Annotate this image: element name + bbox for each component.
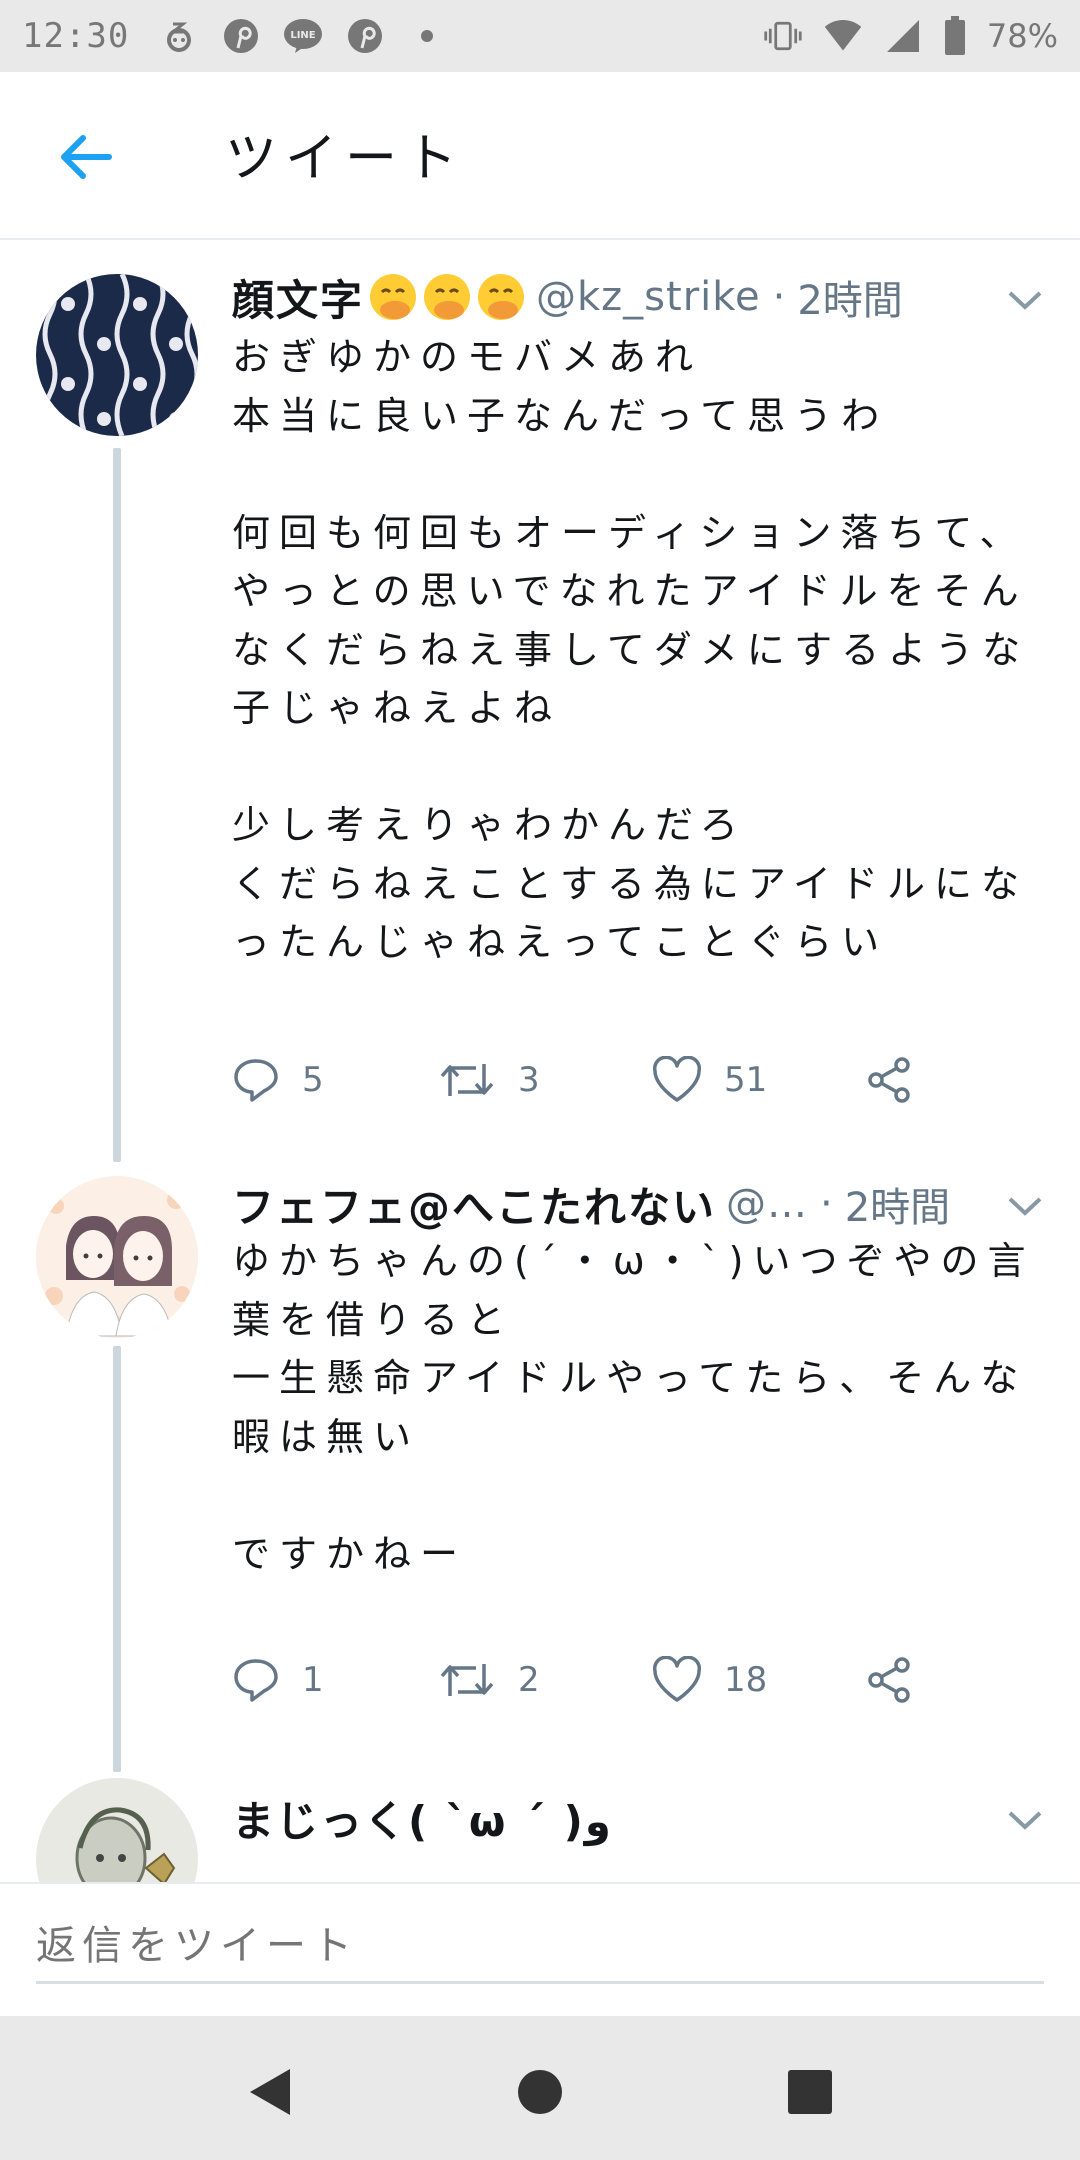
home-circle-icon	[518, 2070, 562, 2114]
reply-input[interactable]	[36, 1924, 1044, 1984]
status-time: 12:30	[22, 16, 130, 56]
tweet-3[interactable]: まじっく( ˋ̀ω ˊ́ )و	[0, 1772, 1080, 1882]
tweet-menu-button[interactable]	[1000, 280, 1050, 320]
back-triangle-icon	[250, 2069, 290, 2115]
reply-button[interactable]: 1	[232, 1650, 324, 1710]
line-icon: LINE	[283, 16, 323, 56]
timestamp[interactable]: 2時間	[797, 268, 902, 326]
retweet-count: 3	[518, 1060, 540, 1100]
reply-icon	[234, 1659, 278, 1702]
reply-button[interactable]: 5	[232, 1050, 324, 1110]
chevron-down-icon	[1008, 1811, 1042, 1830]
vibrate-icon	[763, 16, 803, 56]
chevron-down-icon	[1008, 1197, 1042, 1216]
tweet-actions: 1 2 18	[232, 1650, 1032, 1710]
retweet-button[interactable]: 3	[440, 1050, 540, 1110]
tweet-header: フェフェ@へこたれない @… · 2時間	[232, 1174, 1056, 1234]
svg-text:LINE: LINE	[291, 30, 316, 41]
avatar[interactable]	[36, 1176, 198, 1338]
face-with-hand-over-mouth-icon	[370, 274, 417, 320]
reply-count: 5	[302, 1060, 324, 1100]
share-icon	[868, 1657, 910, 1703]
page-title: ツイート	[225, 129, 466, 189]
tweet-menu-button[interactable]	[1000, 1186, 1050, 1226]
signal-icon	[883, 16, 923, 56]
dot-icon	[407, 16, 447, 56]
retweet-icon	[440, 1664, 494, 1696]
recents-square-icon	[788, 2070, 832, 2114]
retweet-button[interactable]: 2	[440, 1650, 540, 1710]
avatar[interactable]	[36, 274, 198, 436]
tweet-actions: 5 3 51	[232, 1050, 1032, 1110]
arrow-left-icon	[61, 135, 112, 179]
reply-count: 1	[302, 1660, 324, 1700]
display-name[interactable]: 顔文字	[232, 267, 364, 327]
handle[interactable]: @…	[726, 1181, 808, 1227]
back-button[interactable]	[50, 122, 120, 192]
face-with-hand-over-mouth-icon	[424, 274, 471, 320]
retweet-icon	[440, 1064, 494, 1096]
battery-percent: 78%	[986, 17, 1058, 55]
heart-icon	[652, 1056, 702, 1102]
sleep-icon	[159, 16, 199, 56]
thread-line	[113, 1346, 121, 1772]
name-emoji	[368, 272, 526, 322]
status-bar: 12:30 LINE 78%	[0, 0, 1080, 72]
retweet-count: 2	[518, 1660, 540, 1700]
handle[interactable]: @kz_strike	[536, 274, 761, 320]
reply-icon	[234, 1059, 278, 1102]
nav-recents-button[interactable]	[780, 2062, 840, 2122]
reply-bar	[0, 1882, 1080, 2016]
battery-icon	[943, 16, 967, 56]
like-button[interactable]: 18	[652, 1650, 767, 1710]
system-nav-bar	[0, 2016, 1080, 2160]
tweet-header: 顔文字 @kz_strike · 2時間	[232, 267, 1056, 327]
face-with-hand-over-mouth-icon	[478, 274, 525, 320]
tweet-menu-button[interactable]	[1000, 1800, 1050, 1840]
display-name[interactable]: まじっく( ˋ̀ω ˊ́ )و	[232, 1788, 611, 1848]
thread-line	[113, 448, 121, 1162]
pinterest-icon	[221, 16, 261, 56]
meta-separator: ·	[772, 274, 786, 320]
avatar[interactable]	[36, 1778, 198, 1882]
tweet-text: おぎゆかのモバメあれ 本当に良い子なんだって思うわ 何回も何回もオーディション落…	[232, 335, 1030, 964]
tweet-text: ゆかちゃんの(´・ω・`)いつぞやの言葉を借りると 一生懸命アイドルやってたら、…	[232, 1239, 1035, 1576]
timestamp[interactable]: 2時間	[845, 1175, 950, 1233]
tweet-1[interactable]: 顔文字 @kz_strike · 2時間 おぎゆかのモバメあれ 本当に良い子なん…	[0, 242, 1080, 1162]
tweet-header: まじっく( ˋ̀ω ˊ́ )و	[232, 1788, 1056, 1848]
app-header: ツイート	[0, 72, 1080, 240]
display-name[interactable]: フェフェ@へこたれない	[232, 1174, 716, 1234]
like-count: 18	[724, 1660, 768, 1700]
meta-separator: ·	[820, 1181, 833, 1227]
share-button[interactable]	[866, 1050, 914, 1110]
wifi-icon	[823, 16, 863, 56]
share-button[interactable]	[866, 1650, 914, 1710]
tweet-2[interactable]: フェフェ@へこたれない @… · 2時間 ゆかちゃんの(´・ω・`)いつぞやの言…	[0, 1162, 1080, 1772]
like-count: 51	[724, 1060, 768, 1100]
heart-icon	[652, 1656, 702, 1702]
chevron-down-icon	[1008, 291, 1042, 310]
nav-home-button[interactable]	[510, 2062, 570, 2122]
share-icon	[868, 1057, 910, 1103]
like-button[interactable]: 51	[652, 1050, 767, 1110]
pinterest-icon	[345, 16, 385, 56]
nav-back-button[interactable]	[240, 2062, 300, 2122]
